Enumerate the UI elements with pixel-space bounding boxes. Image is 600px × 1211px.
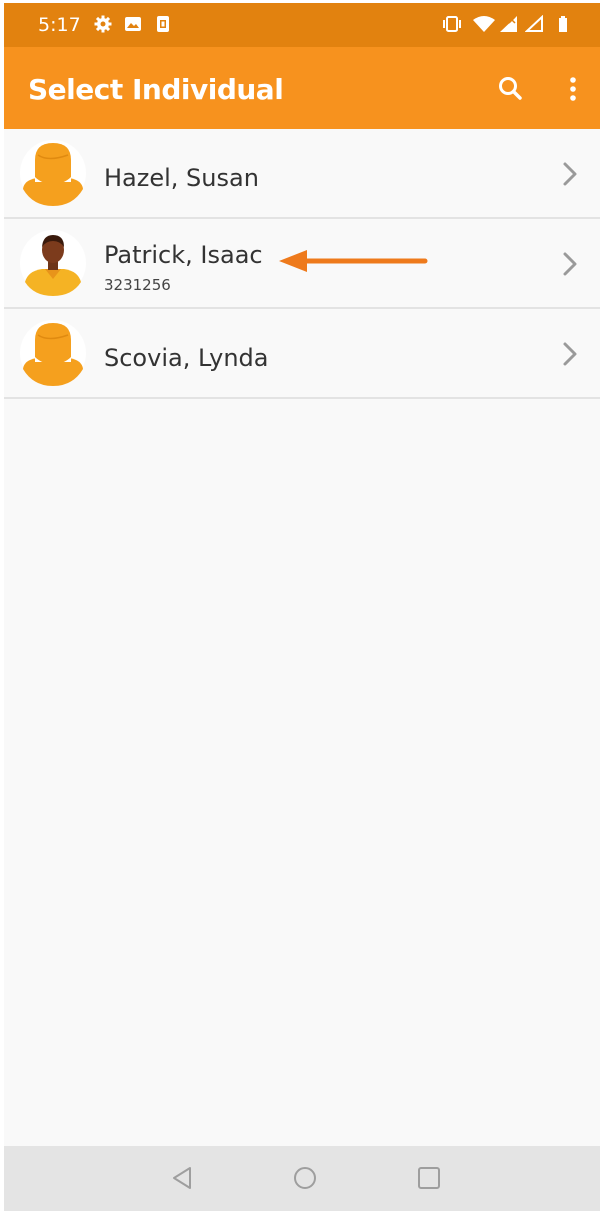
cell-signal-empty-icon (525, 15, 543, 32)
status-time: 5:17 (38, 14, 81, 36)
individual-id-number: 3231256 (104, 276, 171, 294)
gear-icon (94, 15, 112, 33)
list-item[interactable]: Hazel, Susan (4, 129, 600, 219)
vibrate-icon (443, 16, 461, 32)
sim-icon (157, 16, 169, 32)
phone-screen: 5:17 Select Individual Hazel, Susan Patr… (4, 3, 600, 1211)
app-bar: Select Individual (4, 47, 600, 129)
status-bar: 5:17 (4, 3, 600, 47)
individual-name: Patrick, Isaac (104, 241, 263, 269)
individual-name: Hazel, Susan (104, 164, 259, 192)
person-photo-avatar-icon (20, 230, 86, 296)
search-icon[interactable] (493, 71, 529, 107)
page-title: Select Individual (28, 73, 284, 106)
image-icon (125, 17, 141, 31)
chevron-right-icon (563, 252, 577, 276)
chevron-right-icon (563, 342, 577, 366)
home-icon[interactable] (289, 1162, 321, 1194)
cell-signal-icon (500, 16, 517, 32)
individual-name: Scovia, Lynda (104, 344, 269, 372)
back-icon[interactable] (166, 1162, 198, 1194)
pointer-arrow-icon (279, 250, 428, 272)
placeholder-avatar-icon (20, 320, 86, 386)
wifi-icon (473, 16, 495, 32)
battery-icon (559, 16, 567, 32)
recents-icon[interactable] (413, 1162, 445, 1194)
system-nav-bar (4, 1146, 600, 1211)
placeholder-avatar-icon (20, 140, 86, 206)
chevron-right-icon (563, 162, 577, 186)
more-vert-icon[interactable] (555, 71, 591, 107)
list-item[interactable]: Scovia, Lynda (4, 309, 600, 399)
